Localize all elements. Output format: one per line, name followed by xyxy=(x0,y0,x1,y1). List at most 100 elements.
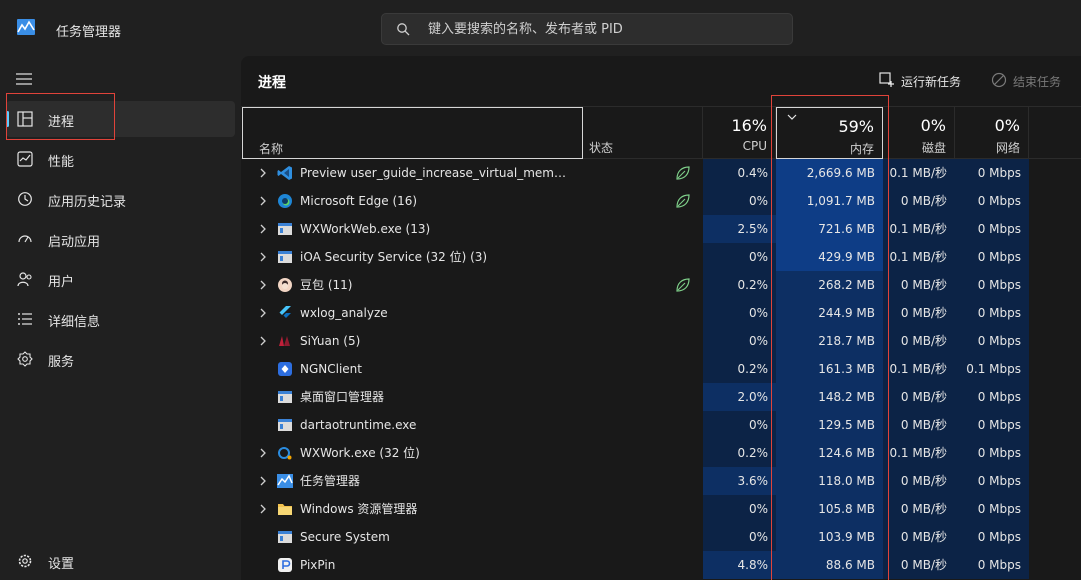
table-row[interactable]: iOA Security Service (32 位) (3) 0% 429.9 M… xyxy=(241,243,1081,271)
column-header-name[interactable]: 名称 xyxy=(242,107,583,159)
sidebar-item-app-history[interactable]: 应用历史记录 xyxy=(6,181,235,217)
table-row[interactable]: WXWorkWeb.exe (13) 2.5% 721.6 MB 0.1 MB/秒 0 … xyxy=(241,215,1081,243)
app-title: 任务管理器 xyxy=(56,25,122,40)
disk-value: 0 MB/秒 xyxy=(883,383,955,411)
table-row[interactable]: Preview user_guide_increase_virtual_memo… xyxy=(241,159,1081,187)
process-name: WXWorkWeb.exe (13) xyxy=(300,222,431,236)
sidebar: 进程 性能 应用历史记录 启动应用 用户 详细信息 服务 设置 xyxy=(0,56,241,580)
network-total-percent: 0% xyxy=(994,116,1020,135)
column-header-network[interactable]: 0% 网络 xyxy=(955,107,1029,159)
disk-value: 0 MB/秒 xyxy=(883,299,955,327)
memory-value: 218.7 MB xyxy=(776,327,883,355)
chevron-right-icon[interactable] xyxy=(259,336,267,346)
edge-icon xyxy=(278,194,292,208)
network-value: 0 Mbps xyxy=(955,271,1029,299)
cpu-total-percent: 16% xyxy=(731,116,767,135)
process-name: 桌面窗口管理器 xyxy=(300,390,385,404)
table-row[interactable]: Windows 资源管理器 0% 105.8 MB 0 MB/秒 0 Mbps xyxy=(241,495,1081,523)
sidebar-item-services[interactable]: 服务 xyxy=(6,341,235,377)
vscode-icon xyxy=(277,166,292,180)
end-task-button[interactable]: 结束任务 xyxy=(991,70,1071,92)
column-label: 名称 xyxy=(259,142,284,156)
table-row[interactable]: wxlog_analyze 0% 244.9 MB 0 MB/秒 0 Mbps xyxy=(241,299,1081,327)
disk-value: 0 MB/秒 xyxy=(883,495,955,523)
table-row[interactable]: Secure System 0% 103.9 MB 0 MB/秒 0 Mbps xyxy=(241,523,1081,551)
cpu-value: 0% xyxy=(703,187,776,215)
sidebar-item-processes[interactable]: 进程 xyxy=(6,101,235,137)
table-row[interactable]: PixPin 4.8% 88.6 MB 0 MB/秒 0 Mbps xyxy=(241,551,1081,579)
column-label: 磁盘 xyxy=(921,141,946,155)
run-new-task-button[interactable]: 运行新任务 xyxy=(879,70,979,92)
efficiency-mode-leaf-icon xyxy=(676,278,690,292)
disk-value: 0.1 MB/秒 xyxy=(883,215,955,243)
chevron-right-icon[interactable] xyxy=(259,252,267,262)
column-header-memory[interactable]: 59% 内存 xyxy=(776,107,883,159)
memory-value: 2,669.6 MB xyxy=(776,159,883,187)
column-header-cpu[interactable]: 16% CPU xyxy=(703,107,776,159)
hamburger-menu-icon[interactable] xyxy=(16,72,32,86)
cpu-value: 0.2% xyxy=(703,271,776,299)
chevron-right-icon[interactable] xyxy=(259,448,267,458)
sidebar-item-settings[interactable]: 设置 xyxy=(6,543,235,579)
column-label: 内存 xyxy=(849,142,874,156)
sidebar-item-performance[interactable]: 性能 xyxy=(6,141,235,177)
process-name: WXWork.exe (32 位) xyxy=(300,446,420,460)
network-value: 0 Mbps xyxy=(955,467,1029,495)
cpu-value: 0.2% xyxy=(703,439,776,467)
disk-value: 0 MB/秒 xyxy=(883,187,955,215)
chevron-right-icon[interactable] xyxy=(259,308,267,318)
folder-icon xyxy=(278,504,292,515)
memory-value: 105.8 MB xyxy=(776,495,883,523)
process-name: Windows 资源管理器 xyxy=(300,502,418,516)
end-task-icon xyxy=(991,72,1007,88)
app-window-icon xyxy=(278,391,292,403)
memory-value: 721.6 MB xyxy=(776,215,883,243)
search-box[interactable] xyxy=(381,13,793,45)
column-label: 网络 xyxy=(995,141,1020,155)
table-row[interactable]: 豆包 (11) 0.2% 268.2 MB 0 MB/秒 0 Mbps xyxy=(241,271,1081,299)
settings-gear-icon xyxy=(18,554,32,568)
column-header-status[interactable]: 状态 xyxy=(583,107,703,159)
network-value: 0 Mbps xyxy=(955,159,1029,187)
cpu-value: 0% xyxy=(703,523,776,551)
search-icon xyxy=(397,23,410,36)
app-window-icon xyxy=(278,223,292,235)
table-row[interactable]: 桌面窗口管理器 2.0% 148.2 MB 0 MB/秒 0 Mbps xyxy=(241,383,1081,411)
processes-icon xyxy=(17,111,33,127)
performance-icon xyxy=(17,151,33,167)
network-value: 0 Mbps xyxy=(955,215,1029,243)
sidebar-item-users[interactable]: 用户 xyxy=(6,261,235,297)
memory-value: 124.6 MB xyxy=(776,439,883,467)
sidebar-item-details[interactable]: 详细信息 xyxy=(6,301,235,337)
column-label: 状态 xyxy=(589,141,614,155)
disk-value: 0 MB/秒 xyxy=(883,467,955,495)
table-row[interactable]: dartaotruntime.exe 0% 129.5 MB 0 MB/秒 0 Mbps xyxy=(241,411,1081,439)
sidebar-item-label: 详细信息 xyxy=(48,315,101,330)
network-value: 0 Mbps xyxy=(955,187,1029,215)
process-name: iOA Security Service (32 位) (3) xyxy=(300,250,488,264)
process-name: Microsoft Edge (16) xyxy=(300,194,418,208)
cpu-value: 0% xyxy=(703,495,776,523)
task-manager-icon xyxy=(277,474,293,488)
chevron-right-icon[interactable] xyxy=(259,476,267,486)
chevron-right-icon[interactable] xyxy=(259,168,267,178)
table-row[interactable]: Microsoft Edge (16) 0% 1,091.7 MB 0 MB/秒 0 M… xyxy=(241,187,1081,215)
table-row[interactable]: WXWork.exe (32 位) 0.2% 124.6 MB 0.1 MB/秒 0 M… xyxy=(241,439,1081,467)
sort-descending-icon xyxy=(787,114,797,120)
disk-value: 0.1 MB/秒 xyxy=(883,439,955,467)
memory-value: 161.3 MB xyxy=(776,355,883,383)
memory-value: 429.9 MB xyxy=(776,243,883,271)
chevron-right-icon[interactable] xyxy=(259,196,267,206)
table-header: 名称 状态 16% CPU 59% 内存 0% 磁盘 0% 网络 xyxy=(241,106,1081,159)
chevron-right-icon[interactable] xyxy=(259,504,267,514)
process-name: 任务管理器 xyxy=(300,474,361,488)
cpu-value: 0.2% xyxy=(703,355,776,383)
sidebar-item-startup-apps[interactable]: 启动应用 xyxy=(6,221,235,257)
table-row[interactable]: NGNClient 0.2% 161.3 MB 0.1 MB/秒 0.1 Mbps xyxy=(241,355,1081,383)
table-row[interactable]: 任务管理器 3.6% 118.0 MB 0 MB/秒 0 Mbps xyxy=(241,467,1081,495)
column-header-disk[interactable]: 0% 磁盘 xyxy=(883,107,955,159)
chevron-right-icon[interactable] xyxy=(259,224,267,234)
table-row[interactable]: SiYuan (5) 0% 218.7 MB 0 MB/秒 0 Mbps xyxy=(241,327,1081,355)
chevron-right-icon[interactable] xyxy=(259,280,267,290)
search-input[interactable] xyxy=(428,14,778,44)
